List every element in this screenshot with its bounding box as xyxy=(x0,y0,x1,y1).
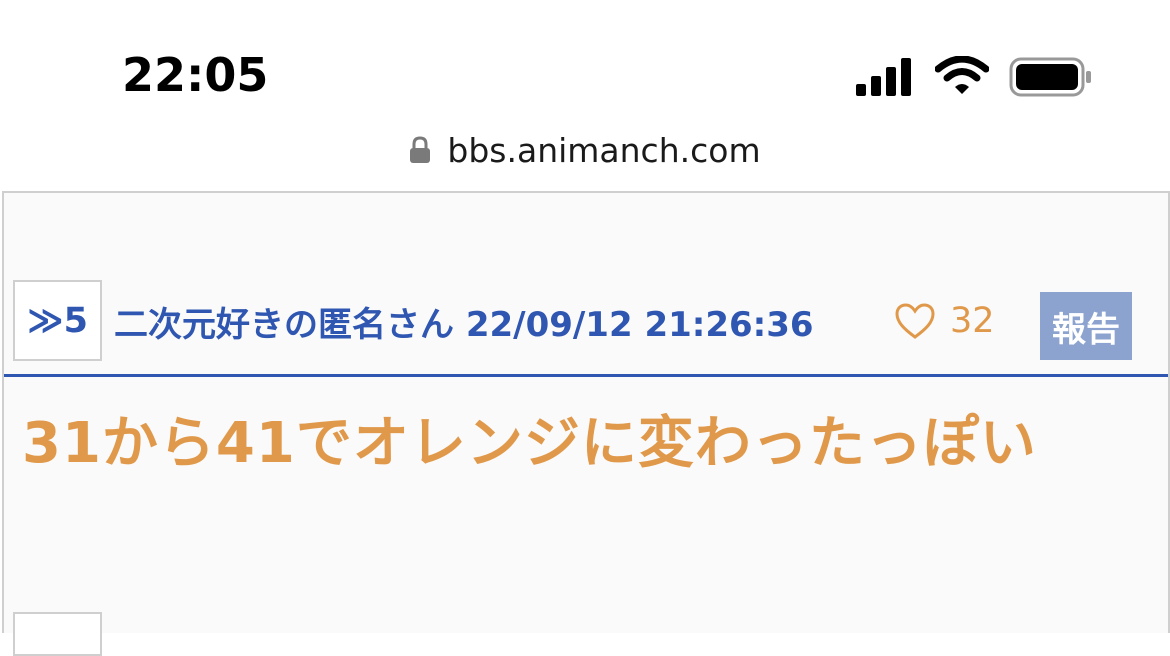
post-body: 31から41でオレンジに変わったっぽい xyxy=(22,411,1037,476)
cellular-signal-icon xyxy=(856,58,914,101)
status-bar: 22:05 xyxy=(0,0,1170,120)
wifi-icon xyxy=(934,55,990,101)
post-header: ≫5 二次元好きの匿名さん 22/09/12 21:26:36 32 報告 xyxy=(4,193,1168,377)
battery-icon xyxy=(1009,57,1093,102)
url-text: bbs.animanch.com xyxy=(447,130,761,170)
report-button[interactable]: 報告 xyxy=(1040,292,1132,360)
post-author-date[interactable]: 二次元好きの匿名さん 22/09/12 21:26:36 xyxy=(114,297,814,346)
status-time: 22:05 xyxy=(122,48,269,102)
next-reply-anchor-button[interactable] xyxy=(13,612,102,656)
reply-anchor-button[interactable]: ≫5 xyxy=(13,280,102,361)
address-bar[interactable]: bbs.animanch.com xyxy=(0,120,1170,180)
heart-icon xyxy=(895,303,935,339)
like-button[interactable]: 32 xyxy=(894,301,995,341)
thread-content: ≫5 二次元好きの匿名さん 22/09/12 21:26:36 32 報告 31… xyxy=(2,191,1170,656)
lock-icon xyxy=(409,136,431,164)
like-count: 32 xyxy=(950,301,995,341)
